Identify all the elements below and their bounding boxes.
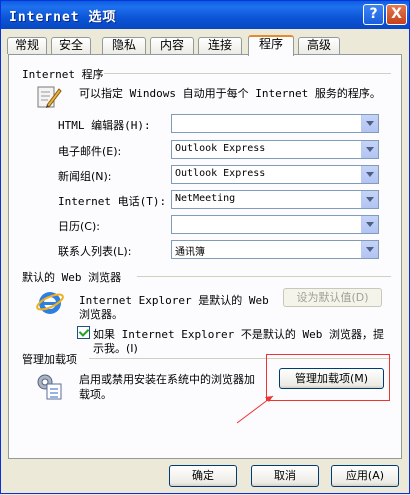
tab-content[interactable]: 内容 — [150, 37, 194, 54]
check-default-label-line2: 示我。(I) — [93, 342, 138, 355]
newsgroups-value: Outlook Express — [175, 168, 266, 179]
window-title: Internet 选项 — [9, 10, 117, 25]
dropdown-arrow-icon[interactable] — [361, 191, 378, 208]
dropdown-arrow-icon[interactable] — [361, 115, 378, 132]
title-bar[interactable]: Internet 选项 ? X — [1, 1, 409, 29]
calendar-label: 日历(C): — [58, 220, 100, 233]
contact-list-label: 联系人列表(L): — [58, 245, 132, 258]
html-editor-select[interactable] — [171, 114, 379, 133]
addons-text-line1: 启用或禁用安装在系统中的浏览器加 — [79, 373, 255, 386]
internet-programs-group-title: Internet 程序 — [22, 68, 104, 81]
dropdown-arrow-icon[interactable] — [361, 216, 378, 233]
help-button[interactable]: ? — [363, 4, 384, 25]
dropdown-arrow-icon[interactable] — [361, 166, 378, 183]
group-divider — [137, 276, 391, 277]
email-select[interactable]: Outlook Express — [171, 140, 379, 159]
tab-general[interactable]: 常规 — [7, 37, 47, 54]
tab-advanced[interactable]: 高级 — [298, 37, 340, 54]
group-divider — [104, 73, 391, 74]
email-value: Outlook Express — [175, 143, 266, 154]
tab-security[interactable]: 安全 — [51, 37, 91, 54]
internet-call-label: Internet 电话(T): — [58, 195, 167, 208]
dropdown-arrow-icon[interactable] — [361, 141, 378, 158]
contact-list-select[interactable]: 通讯簿 — [171, 240, 379, 259]
default-browser-group-title: 默认的 Web 浏览器 — [22, 271, 122, 284]
addons-group-title: 管理加载项 — [22, 353, 77, 366]
tab-connections[interactable]: 连接 — [198, 37, 242, 54]
annotation-highlight-box — [266, 354, 390, 401]
close-button[interactable]: X — [386, 4, 407, 25]
tab-programs[interactable]: 程序 — [248, 35, 294, 56]
internet-call-value: NetMeeting — [175, 193, 236, 204]
html-editor-label: HTML 编辑器(H): — [58, 119, 151, 132]
addons-text-line2: 载项。 — [79, 388, 112, 401]
ok-button[interactable]: 确定 — [169, 465, 237, 487]
newsgroups-label: 新闻组(N): — [58, 170, 112, 183]
internet-explorer-icon — [36, 292, 64, 314]
programs-description: 可以指定 Windows 自动用于每个 Internet 服务的程序。 — [79, 87, 381, 100]
newsgroups-select[interactable]: Outlook Express — [171, 165, 379, 184]
contact-list-value: 通讯簿 — [175, 247, 205, 258]
email-label: 电子邮件(E): — [58, 145, 122, 158]
cancel-button[interactable]: 取消 — [251, 465, 319, 487]
calendar-select[interactable] — [171, 215, 379, 234]
set-default-button[interactable]: 设为默认值(D) — [283, 288, 382, 307]
tab-privacy[interactable]: 隐私 — [102, 37, 146, 54]
default-browser-text-line2: 浏览器。 — [79, 308, 123, 321]
apply-button[interactable]: 应用(A) — [331, 465, 399, 487]
internet-call-select[interactable]: NetMeeting — [171, 190, 379, 209]
internet-options-window: Internet 选项 ? X 常规 安全 隐私 内容 连接 程序 高级 Int… — [0, 0, 410, 494]
check-default-checkbox[interactable] — [77, 326, 90, 339]
gear-checklist-icon — [37, 374, 62, 400]
dropdown-arrow-icon[interactable] — [361, 241, 378, 258]
document-pen-icon — [37, 86, 62, 108]
